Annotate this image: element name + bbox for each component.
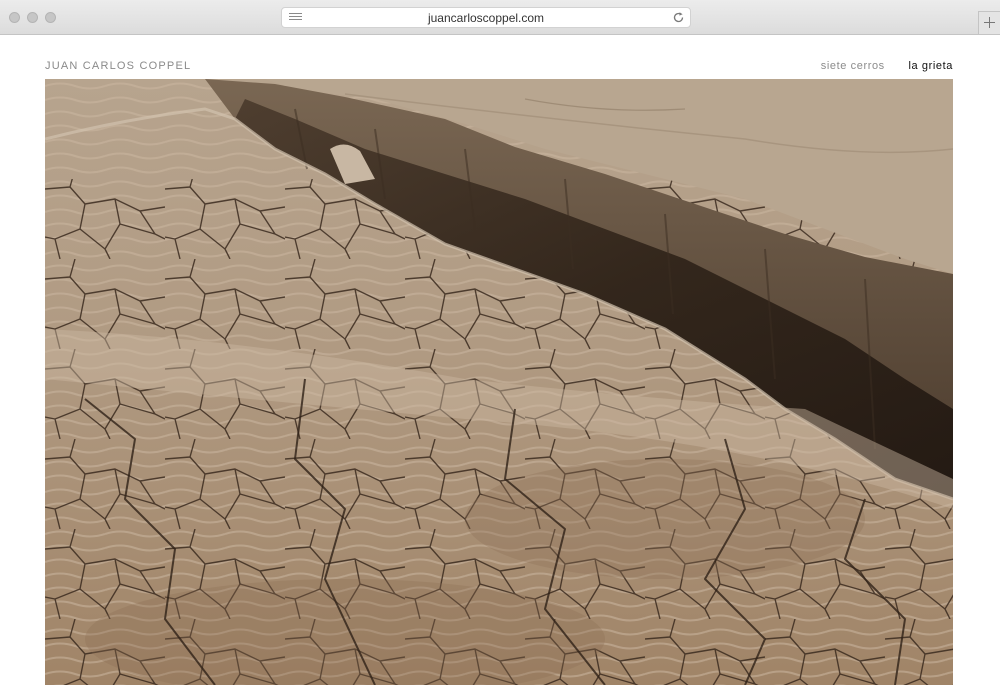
minimize-window-button[interactable] [27,12,38,23]
browser-toolbar: juancarloscoppel.com [0,0,1000,35]
main-nav: siete cerros la grieta [801,60,953,72]
site-title[interactable]: JUAN CARLOS COPPEL [45,60,191,72]
address-bar[interactable]: juancarloscoppel.com [281,7,691,28]
featured-photograph [45,79,953,685]
reload-icon[interactable] [672,11,685,24]
new-tab-button[interactable] [978,11,1000,34]
cracked-earth-image [45,79,953,685]
url-text[interactable]: juancarloscoppel.com [282,11,690,25]
nav-link-la-grieta[interactable]: la grieta [908,60,953,72]
zoom-window-button[interactable] [45,12,56,23]
nav-link-siete-cerros[interactable]: siete cerros [821,60,885,72]
close-window-button[interactable] [9,12,20,23]
